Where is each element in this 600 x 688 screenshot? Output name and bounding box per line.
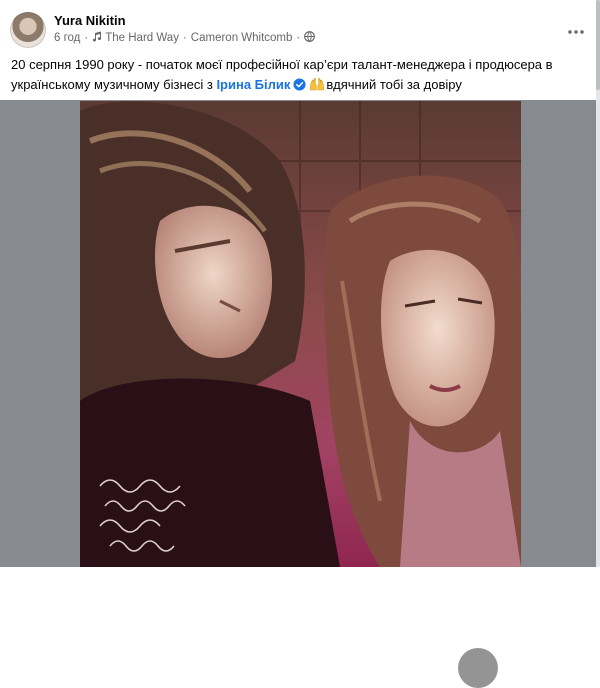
post-photo[interactable] — [80, 101, 521, 567]
separator-dot: · — [182, 32, 187, 44]
separator-dot: · — [296, 32, 301, 44]
scrollbar-track[interactable] — [596, 0, 600, 567]
post-text-part2: вдячний тобі за довіру — [326, 77, 462, 92]
post-meta: 6 год · The Hard Way · Cameron Whitcomb … — [54, 31, 316, 45]
raised-hands-emoji — [309, 77, 325, 97]
more-options-button[interactable] — [564, 18, 588, 42]
more-options-icon — [568, 21, 584, 39]
mention-link[interactable]: Ірина Білик — [216, 77, 290, 92]
photo-illustration — [80, 101, 521, 567]
scrollbar-thumb[interactable] — [596, 0, 600, 90]
author-name[interactable]: Yura Nikitin — [54, 13, 126, 28]
globe-icon[interactable] — [304, 31, 316, 45]
music-artist[interactable]: Cameron Whitcomb — [191, 32, 293, 44]
post-media[interactable] — [0, 100, 600, 688]
music-note-icon — [92, 31, 102, 45]
facebook-post: Yura Nikitin 6 год · The Hard Way · Came… — [0, 0, 600, 688]
music-title[interactable]: The Hard Way — [105, 32, 179, 44]
avatar[interactable] — [10, 12, 46, 48]
post-text: 20 серпня 1990 року - початок моєї профе… — [11, 55, 586, 97]
post-header: Yura Nikitin 6 год · The Hard Way · Came… — [10, 10, 590, 50]
post-time[interactable]: 6 год — [54, 32, 80, 44]
verified-badge-icon — [293, 77, 306, 97]
separator-dot: · — [84, 32, 89, 44]
zoom-button[interactable] — [458, 648, 498, 688]
